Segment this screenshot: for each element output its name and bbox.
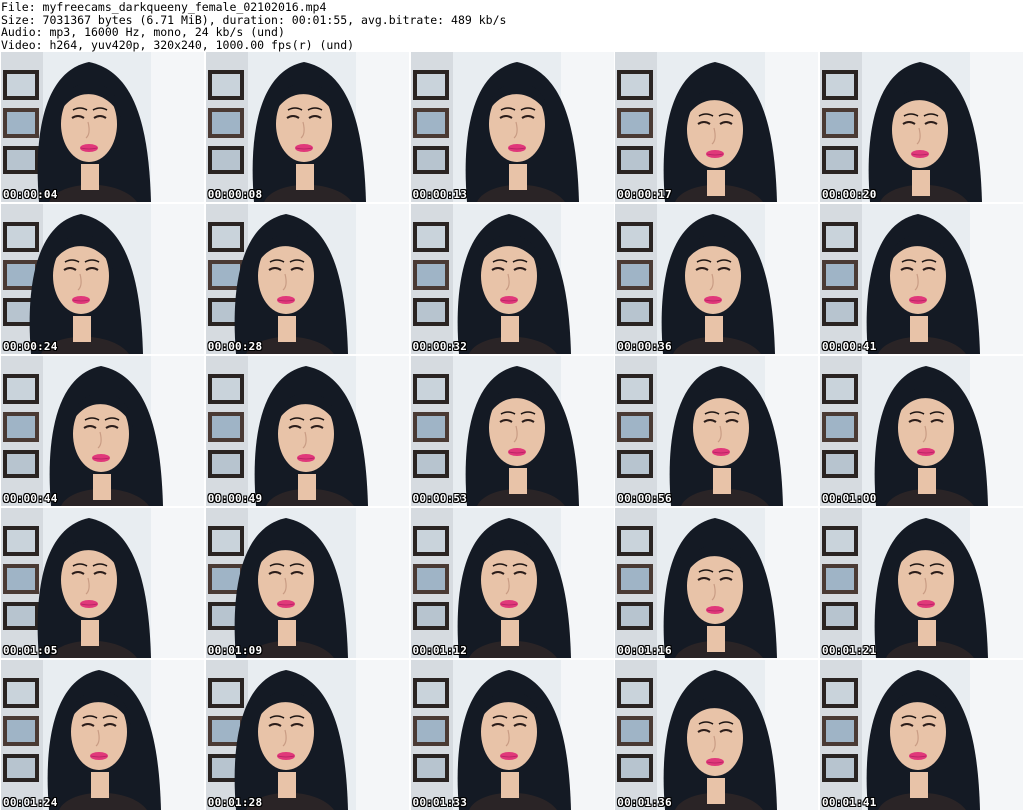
video-frame-thumbnail: 00:00:41 — [820, 204, 1023, 354]
frame-image — [410, 508, 614, 658]
video-frame-thumbnail: 00:00:56 — [615, 356, 819, 506]
frame-image — [1, 204, 204, 354]
frame-image — [410, 660, 614, 810]
frame-timestamp: 00:01:21 — [822, 644, 877, 657]
media-info-header: File: myfreecams_darkqueeny_female_02102… — [0, 0, 1024, 52]
frame-timestamp: 00:00:49 — [207, 492, 263, 505]
file-name-line: File: myfreecams_darkqueeny_female_02102… — [1, 0, 327, 14]
frame-image — [615, 660, 819, 810]
video-frame-thumbnail: 00:01:00 — [820, 356, 1023, 506]
frame-image — [615, 204, 819, 354]
frame-image — [820, 52, 1023, 202]
video-frame-thumbnail: 00:00:08 — [205, 52, 409, 202]
frame-image — [820, 660, 1023, 810]
frame-timestamp: 00:01:16 — [617, 644, 672, 657]
video-frame-thumbnail: 00:01:28 — [205, 660, 409, 810]
video-frame-thumbnail: 00:01:21 — [820, 508, 1023, 658]
video-frame-thumbnail: 00:01:09 — [205, 508, 409, 658]
video-frame-thumbnail: 00:01:33 — [410, 660, 614, 810]
video-info-line: Video: h264, yuv420p, 320x240, 1000.00 f… — [1, 37, 355, 52]
video-frame-thumbnail: 00:00:49 — [205, 356, 409, 506]
frame-image — [410, 204, 614, 354]
frame-timestamp: 00:00:44 — [3, 492, 58, 505]
frame-timestamp: 00:01:28 — [207, 796, 263, 809]
frame-timestamp: 00:00:13 — [412, 188, 468, 201]
video-frame-thumbnail: 00:00:20 — [820, 52, 1023, 202]
frame-image — [205, 508, 409, 658]
frame-timestamp: 00:00:32 — [412, 340, 468, 353]
frame-image — [820, 356, 1023, 506]
video-frame-thumbnail: 00:01:41 — [820, 660, 1023, 810]
video-frame-thumbnail: 00:00:04 — [1, 52, 204, 202]
frame-timestamp: 00:01:36 — [617, 796, 672, 809]
frame-image — [205, 204, 409, 354]
frame-timestamp: 00:00:17 — [617, 188, 672, 201]
frame-image — [615, 356, 819, 506]
frame-image — [1, 660, 204, 810]
video-frame-thumbnail: 00:00:17 — [615, 52, 819, 202]
video-frame-thumbnail: 00:00:53 — [410, 356, 614, 506]
video-frame-thumbnail: 00:01:05 — [1, 508, 204, 658]
contact-sheet: File: myfreecams_darkqueeny_female_02102… — [0, 0, 1024, 811]
frame-image — [615, 508, 819, 658]
frame-timestamp: 00:00:24 — [3, 340, 58, 353]
frame-timestamp: 00:00:41 — [822, 340, 877, 353]
frame-image — [410, 356, 614, 506]
video-frame-thumbnail: 00:01:36 — [615, 660, 819, 810]
frame-timestamp: 00:01:24 — [3, 796, 58, 809]
frame-timestamp: 00:01:05 — [3, 644, 58, 657]
video-frame-thumbnail: 00:00:32 — [410, 204, 614, 354]
audio-info-line: Audio: mp3, 16000 Hz, mono, 24 kb/s (und… — [1, 25, 285, 39]
frame-timestamp: 00:01:33 — [412, 796, 468, 809]
frame-image — [205, 52, 409, 202]
frame-timestamp: 00:00:04 — [3, 188, 58, 201]
frame-timestamp: 00:00:56 — [617, 492, 672, 505]
frame-timestamp: 00:00:28 — [207, 340, 263, 353]
video-frame-thumbnail: 00:00:36 — [615, 204, 819, 354]
frame-image — [1, 356, 204, 506]
frame-image — [410, 52, 614, 202]
frame-timestamp: 00:00:36 — [617, 340, 672, 353]
video-frame-thumbnail: 00:01:12 — [410, 508, 614, 658]
video-frame-thumbnail: 00:00:13 — [410, 52, 614, 202]
video-frame-thumbnail: 00:00:24 — [1, 204, 204, 354]
frame-timestamp: 00:00:53 — [412, 492, 468, 505]
frame-timestamp: 00:00:20 — [822, 188, 877, 201]
frame-timestamp: 00:01:12 — [412, 644, 468, 657]
frame-image — [615, 52, 819, 202]
frame-image — [820, 204, 1023, 354]
frame-image — [205, 356, 409, 506]
video-frame-thumbnail: 00:00:44 — [1, 356, 204, 506]
frame-timestamp: 00:01:00 — [822, 492, 877, 505]
frame-timestamp: 00:01:09 — [207, 644, 263, 657]
video-frame-thumbnail: 00:01:24 — [1, 660, 204, 810]
frame-timestamp: 00:01:41 — [822, 796, 877, 809]
frame-image — [1, 52, 204, 202]
video-frame-thumbnail: 00:01:16 — [615, 508, 819, 658]
frame-image — [820, 508, 1023, 658]
thumbnail-grid: 00:00:04 00:00:08 00:00:13 00:00:17 00:0… — [1, 52, 1023, 810]
video-frame-thumbnail: 00:00:28 — [205, 204, 409, 354]
frame-image — [1, 508, 204, 658]
frame-image — [205, 660, 409, 810]
frame-timestamp: 00:00:08 — [207, 188, 263, 201]
